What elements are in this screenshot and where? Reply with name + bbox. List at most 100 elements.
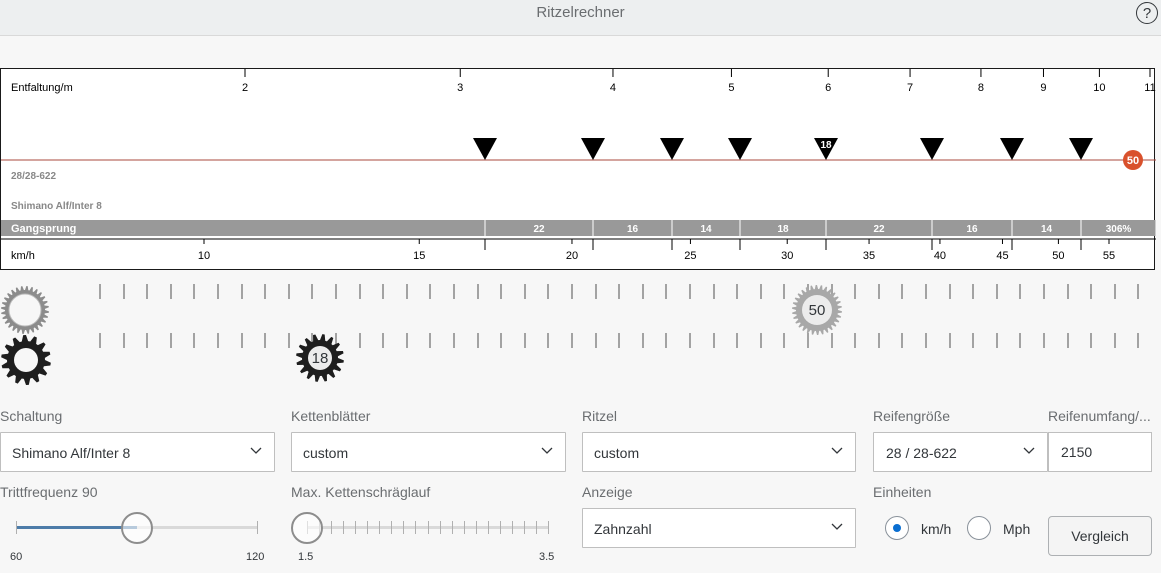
- radio-kmh[interactable]: [885, 516, 909, 540]
- help-button[interactable]: ?: [1136, 2, 1158, 24]
- bottom-axis-tick-label: 55: [1103, 250, 1115, 262]
- slider-tick: [475, 521, 477, 534]
- gear-marker[interactable]: [581, 138, 605, 160]
- gangsprung-value: 18: [777, 224, 789, 235]
- info-line-hub: Shimano Alf/Inter 8: [11, 201, 102, 212]
- tooth-marker: [594, 284, 597, 299]
- bottom-axis-tick-label: 15: [413, 250, 425, 262]
- slider-tick: [487, 521, 489, 534]
- reifengroesse-select[interactable]: 28 / 28-622: [873, 432, 1048, 472]
- selected-chainring-label: 50: [808, 301, 826, 319]
- top-axis-tick-label: 9: [1040, 82, 1046, 94]
- tooth-marker: [948, 284, 951, 299]
- reifenumfang-input[interactable]: [1049, 433, 1151, 471]
- tooth-marker: [453, 284, 455, 299]
- tooth-marker: [193, 284, 196, 299]
- chevron-down-icon: [250, 447, 262, 454]
- tooth-marker: [1019, 333, 1022, 348]
- tooth-marker: [1066, 333, 1069, 348]
- kettenschraeglauf-slider[interactable]: [291, 510, 549, 546]
- tooth-marker: [783, 333, 786, 348]
- top-axis-tick-label: 3: [457, 82, 463, 94]
- kettenschraeglauf-slider-handle[interactable]: [291, 512, 323, 544]
- gear-marker[interactable]: [920, 138, 944, 160]
- tooth-marker: [169, 333, 172, 348]
- tooth-marker: [358, 284, 361, 299]
- app-header: Ritzelrechner ?: [0, 0, 1161, 36]
- gear-marker[interactable]: [728, 138, 752, 160]
- top-axis-tick-label: 4: [610, 82, 616, 94]
- tooth-marker: [641, 333, 644, 348]
- tooth-marker: [689, 333, 691, 348]
- selected-sprocket-gear[interactable]: 18: [295, 333, 345, 383]
- tooth-marker: [240, 284, 243, 299]
- gear-marker[interactable]: [660, 138, 684, 160]
- kettenblaetter-select[interactable]: custom: [291, 432, 566, 472]
- radio-selected-dot: [893, 524, 901, 532]
- gangsprung-value: 16: [627, 224, 639, 235]
- slider-tick: [16, 521, 17, 534]
- ritzel-label: Ritzel: [582, 408, 618, 424]
- radio-kmh-label[interactable]: km/h: [921, 521, 951, 537]
- tooth-marker: [901, 284, 904, 299]
- tooth-marker: [500, 333, 503, 348]
- tooth-marker: [429, 284, 432, 299]
- einheiten-label: Einheiten: [873, 484, 932, 500]
- tooth-marker: [453, 333, 455, 348]
- gear-chart-svg: Entfaltung/m 2 3 4 5 6 7 8 9 10 11185028/28-622Shi…: [1, 69, 1156, 262]
- slider-tick: [463, 521, 465, 534]
- slider-tick: [523, 521, 525, 534]
- slider-tick: [257, 521, 258, 534]
- gear-marker[interactable]: [1000, 138, 1024, 160]
- tooth-marker: [1066, 284, 1069, 299]
- schaltung-label: Schaltung: [0, 408, 63, 424]
- slider-tick: [355, 521, 357, 534]
- bottom-axis-tick-label: 20: [566, 250, 578, 262]
- tooth-marker: [547, 284, 550, 299]
- selected-chainring-gear[interactable]: 50: [791, 284, 843, 336]
- tooth-marker: [972, 333, 975, 348]
- radio-mph[interactable]: [967, 516, 991, 540]
- tooth-marker: [877, 284, 880, 299]
- slider-fill: [16, 526, 137, 529]
- anzeige-label: Anzeige: [582, 484, 633, 500]
- tooth-marker: [217, 333, 219, 348]
- vergleich-button[interactable]: Vergleich: [1048, 516, 1152, 556]
- schaltung-select[interactable]: Shimano Alf/Inter 8: [0, 432, 275, 472]
- sprocket-teeth-row: [0, 333, 1161, 353]
- kettenschraeglauf-min: 1.5: [298, 551, 314, 563]
- tooth-marker: [1043, 284, 1045, 299]
- tooth-marker: [877, 333, 880, 348]
- ritzel-select[interactable]: custom: [582, 432, 856, 472]
- slider-tick: [427, 521, 429, 534]
- tooth-marker: [146, 284, 149, 299]
- trittfrequenz-slider[interactable]: [16, 510, 258, 546]
- tooth-marker: [523, 333, 526, 348]
- tooth-marker: [500, 284, 503, 299]
- bottom-axis-label: km/h: [11, 250, 35, 262]
- tooth-marker: [1137, 333, 1140, 348]
- kettenschraeglauf-label: Max. Kettenschräglauf: [291, 484, 431, 500]
- bottom-axis-tick-label: 35: [863, 250, 875, 262]
- slider-tick: [391, 521, 393, 534]
- gear-marker[interactable]: [473, 138, 497, 160]
- tooth-marker: [712, 333, 715, 348]
- tooth-marker: [99, 284, 101, 299]
- slider-tick: [343, 521, 345, 534]
- radio-mph-label[interactable]: Mph: [1003, 521, 1030, 537]
- reifenumfang-label: Reifenumfang/...: [1048, 408, 1151, 424]
- tooth-marker: [264, 284, 267, 299]
- tooth-marker: [311, 284, 314, 299]
- trittfrequenz-slider-handle[interactable]: [121, 512, 153, 544]
- tooth-marker: [571, 284, 573, 299]
- chevron-down-icon: [1023, 447, 1035, 454]
- slider-tick: [403, 521, 405, 534]
- top-axis-tick-label: 8: [978, 82, 984, 94]
- gear-marker[interactable]: [1069, 138, 1093, 160]
- gangsprung-label: Gangsprung: [11, 223, 76, 235]
- tooth-marker: [618, 333, 621, 348]
- tooth-marker: [1019, 284, 1022, 299]
- tooth-marker: [476, 333, 479, 348]
- anzeige-select[interactable]: Zahnzahl: [582, 508, 856, 548]
- tooth-marker: [264, 333, 267, 348]
